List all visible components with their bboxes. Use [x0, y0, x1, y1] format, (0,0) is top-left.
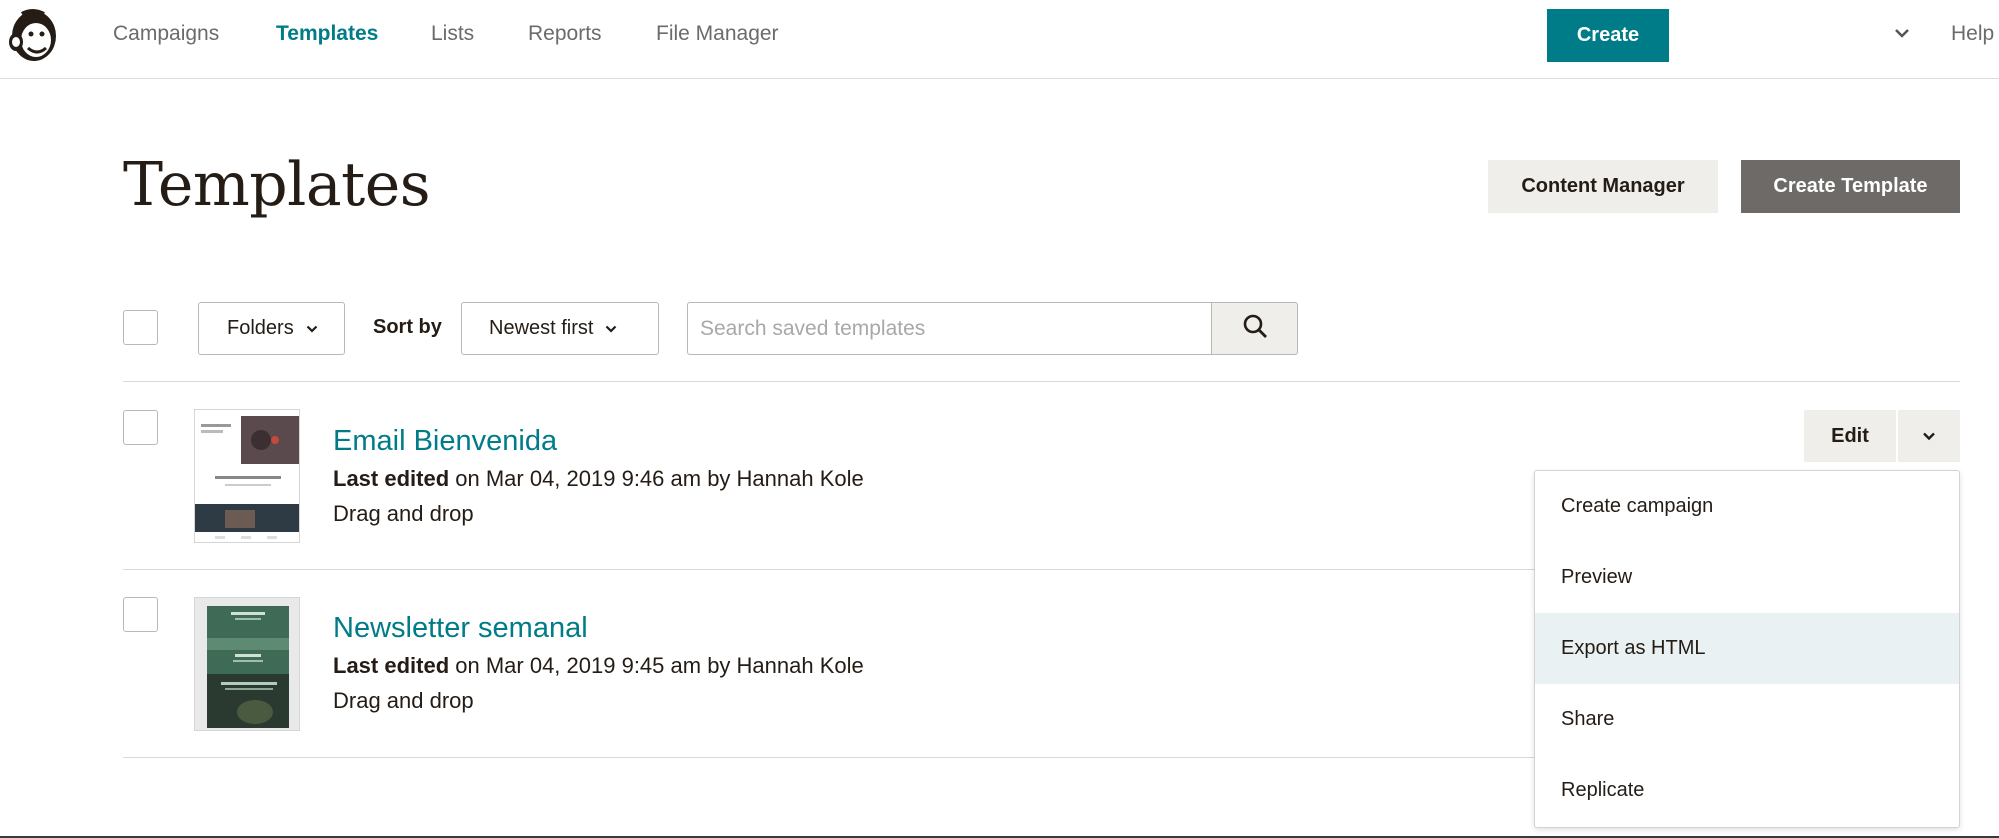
mailchimp-freddie-icon[interactable] — [4, 6, 60, 68]
template-thumbnail[interactable] — [194, 597, 300, 731]
nav-lists[interactable]: Lists — [431, 22, 474, 46]
folders-label: Folders — [227, 317, 294, 339]
top-nav: Campaigns Templates Lists Reports File M… — [0, 0, 1999, 79]
chevron-down-icon — [605, 324, 617, 334]
divider — [123, 381, 1960, 382]
row-checkbox[interactable] — [123, 597, 158, 632]
select-all-checkbox[interactable] — [123, 310, 158, 345]
nav-campaigns[interactable]: Campaigns — [113, 22, 219, 46]
sort-dropdown[interactable]: Newest first — [461, 302, 659, 355]
folders-dropdown[interactable]: Folders — [198, 302, 345, 355]
nav-file-manager[interactable]: File Manager — [656, 22, 779, 46]
edited-details: on Mar 04, 2019 9:46 am by Hannah Kole — [449, 466, 864, 491]
chevron-down-icon — [306, 324, 318, 334]
menu-item-share[interactable]: Share — [1535, 684, 1959, 755]
nav-templates[interactable]: Templates — [276, 22, 378, 46]
row-checkbox[interactable] — [123, 410, 158, 445]
edited-details: on Mar 04, 2019 9:45 am by Hannah Kole — [449, 653, 864, 678]
chevron-down-icon[interactable] — [1891, 22, 1913, 44]
help-link[interactable]: Help — [1951, 22, 1994, 46]
template-type: Drag and drop — [333, 501, 474, 526]
edited-prefix: Last edited — [333, 466, 450, 491]
menu-item-preview[interactable]: Preview — [1535, 542, 1959, 613]
edit-options-toggle[interactable] — [1898, 410, 1960, 462]
sort-value: Newest first — [489, 317, 594, 339]
template-thumbnail[interactable] — [194, 409, 300, 543]
edit-button[interactable]: Edit — [1804, 410, 1896, 462]
edited-prefix: Last edited — [333, 653, 450, 678]
search-icon — [1242, 313, 1268, 344]
sort-by-label: Sort by — [373, 316, 442, 338]
search-input[interactable] — [687, 302, 1212, 355]
menu-item-replicate[interactable]: Replicate — [1535, 755, 1959, 826]
create-button[interactable]: Create — [1547, 9, 1669, 62]
page-title: Templates — [123, 150, 431, 220]
template-name-link[interactable]: Email Bienvenida — [333, 425, 557, 458]
menu-item-create-campaign[interactable]: Create campaign — [1535, 471, 1959, 542]
template-edited-info: Last edited on Mar 04, 2019 9:45 am by H… — [333, 653, 864, 679]
content-manager-button[interactable]: Content Manager — [1488, 160, 1718, 213]
menu-item-export-html[interactable]: Export as HTML — [1535, 613, 1959, 684]
search-button[interactable] — [1211, 302, 1298, 355]
template-name-link[interactable]: Newsletter semanal — [333, 612, 588, 645]
nav-reports[interactable]: Reports — [528, 22, 602, 46]
template-actions-menu: Create campaign Preview Export as HTML S… — [1534, 470, 1960, 828]
chevron-down-icon — [1922, 429, 1936, 444]
template-edited-info: Last edited on Mar 04, 2019 9:46 am by H… — [333, 466, 864, 492]
template-type: Drag and drop — [333, 688, 474, 713]
create-template-button[interactable]: Create Template — [1741, 160, 1960, 213]
